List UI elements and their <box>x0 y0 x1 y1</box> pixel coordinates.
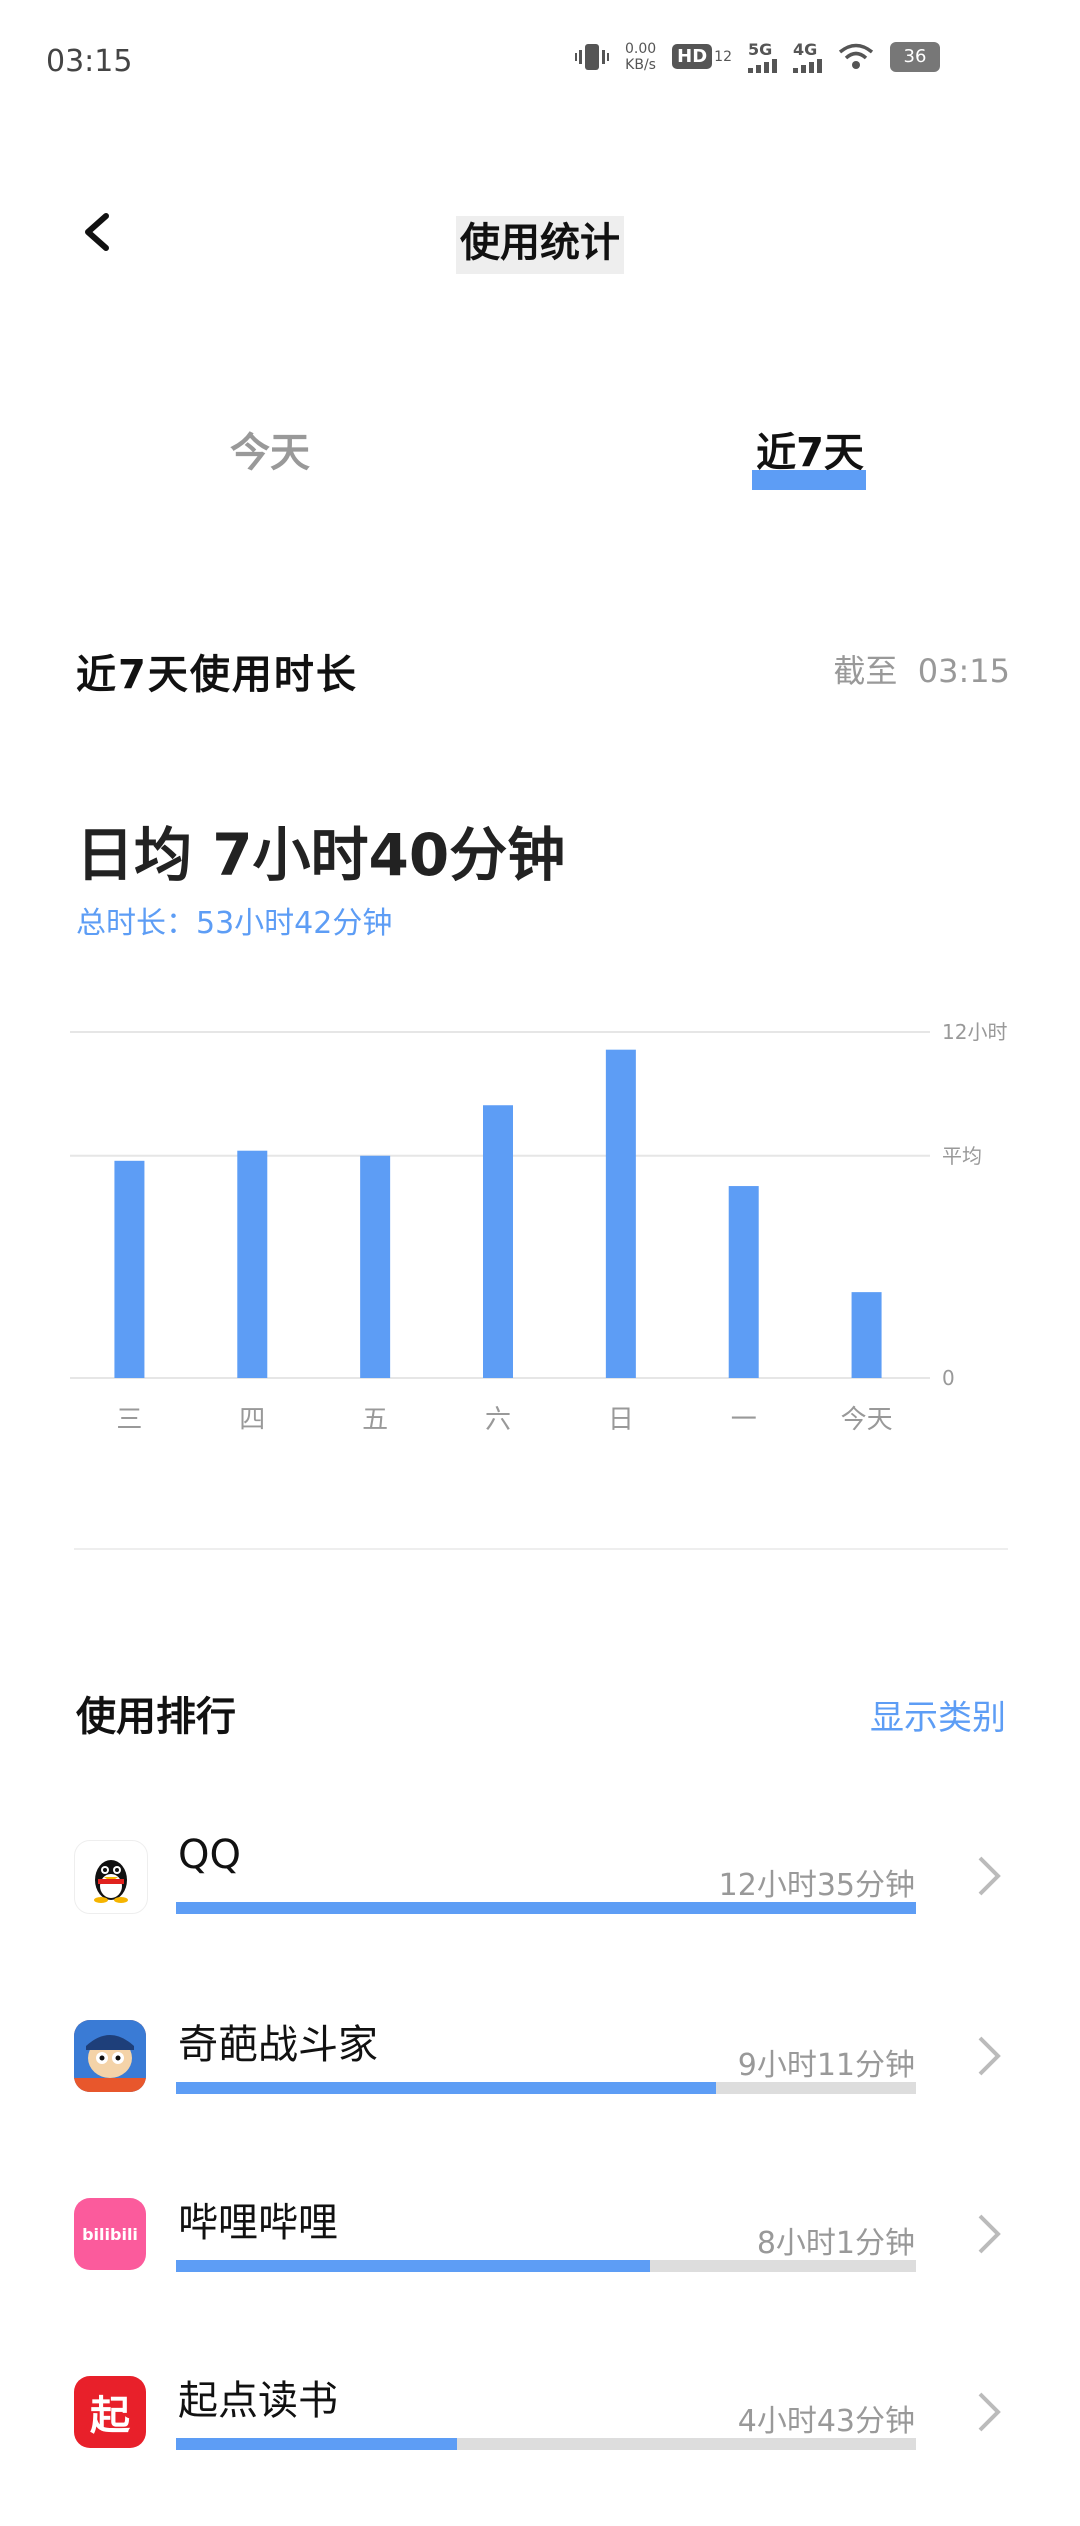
app-row-bilibili[interactable]: bilibili 哔哩哔哩 8小时1分钟 <box>0 2198 1080 2348</box>
game-icon <box>74 2020 146 2092</box>
section-divider <box>74 1548 1008 1550</box>
battery-icon: 36 <box>890 41 940 72</box>
app-name: 奇葩战斗家 <box>178 2022 378 2068</box>
app-row-qq[interactable]: QQ 12小时35分钟 <box>0 1832 1080 1990</box>
chart-x-label: 日 <box>608 1405 634 1435</box>
chart-bar-5[interactable] <box>728 1186 759 1378</box>
app-name: 起点读书 <box>178 2378 338 2424</box>
usage-bar-chart: 12小时平均 0 三 四 五 六 日 一 今天 <box>70 1020 1007 1435</box>
app-usage-time: 8小时1分钟 <box>756 2226 915 2261</box>
app-usage-bar <box>176 2260 916 2272</box>
chart-bar-4[interactable] <box>605 1049 636 1378</box>
app-usage-bar-fill <box>176 2082 717 2094</box>
chart-bar-1[interactable] <box>237 1150 268 1378</box>
chart-bar-0[interactable] <box>114 1160 145 1378</box>
page-title: 使用统计 <box>0 210 1080 274</box>
net-speed: 0.00 KB/s <box>624 40 657 73</box>
chart-bar-6[interactable] <box>851 1292 882 1378</box>
usage-duration-title: 近7天使用时长 <box>76 652 358 698</box>
signal-5g-icon: 5G <box>748 40 777 73</box>
chart-x-label: 五 <box>362 1405 388 1435</box>
daily-average: 日均 7小时40分钟 <box>76 821 566 889</box>
bilibili-icon: bilibili <box>74 2198 146 2270</box>
app-row-qidian[interactable]: 起 起点读书 4小时43分钟 <box>0 2376 1080 2526</box>
app-usage-bar <box>176 2438 916 2450</box>
app-usage-bar-fill <box>176 1902 916 1914</box>
app-usage-time: 4小时43分钟 <box>737 2404 915 2439</box>
app-usage-bar <box>176 1902 916 1914</box>
chart-reference-label: 0 <box>942 1366 955 1390</box>
chevron-right-icon <box>978 1856 1001 1896</box>
app-row-qipa[interactable]: 奇葩战斗家 9小时11分钟 <box>0 2020 1080 2170</box>
ranking-title: 使用排行 <box>76 1694 236 1740</box>
chart-reference-label: 12小时 <box>942 1020 1007 1044</box>
chart-x-label: 四 <box>239 1405 265 1435</box>
chart-x-label: 一 <box>731 1405 757 1435</box>
status-icons: 0.00 KB/s HD 12 5G 4G 36 <box>574 40 940 73</box>
app-usage-bar-fill <box>176 2438 458 2450</box>
chart-x-label: 六 <box>485 1405 511 1435</box>
chart-reference-label: 平均 <box>942 1144 982 1168</box>
qidian-icon: 起 <box>74 2376 146 2448</box>
app-usage-bar-fill <box>176 2260 650 2272</box>
chevron-right-icon <box>978 2214 1001 2254</box>
app-usage-time: 9小时11分钟 <box>737 2048 915 2083</box>
chart-bar-2[interactable] <box>360 1155 391 1378</box>
signal-4g-icon: 4G <box>793 40 822 73</box>
wifi-icon <box>838 43 874 69</box>
app-name: QQ <box>178 1832 241 1878</box>
app-usage-bar <box>176 2082 916 2094</box>
chart-x-label: 今天 <box>841 1405 893 1435</box>
app-usage-time: 12小时35分钟 <box>718 1868 915 1903</box>
tab-today[interactable]: 今天 <box>140 420 400 478</box>
show-category-link[interactable]: 显示类别 <box>870 1690 1006 1739</box>
cutoff-time: 截至 03:15 <box>833 652 1010 690</box>
chart-bar-3[interactable] <box>483 1105 513 1378</box>
status-time: 03:15 <box>46 44 133 79</box>
total-duration: 总时长：53小时42分钟 <box>76 906 393 941</box>
chevron-right-icon <box>978 2036 1001 2076</box>
chevron-right-icon <box>978 2392 1001 2432</box>
tab-active-indicator <box>752 470 866 490</box>
qq-icon <box>74 1840 148 1914</box>
vibrate-icon <box>574 43 609 70</box>
chart-x-label: 三 <box>116 1405 142 1435</box>
app-name: 哔哩哔哩 <box>178 2200 338 2246</box>
hd-indicator: HD 12 <box>672 44 732 69</box>
